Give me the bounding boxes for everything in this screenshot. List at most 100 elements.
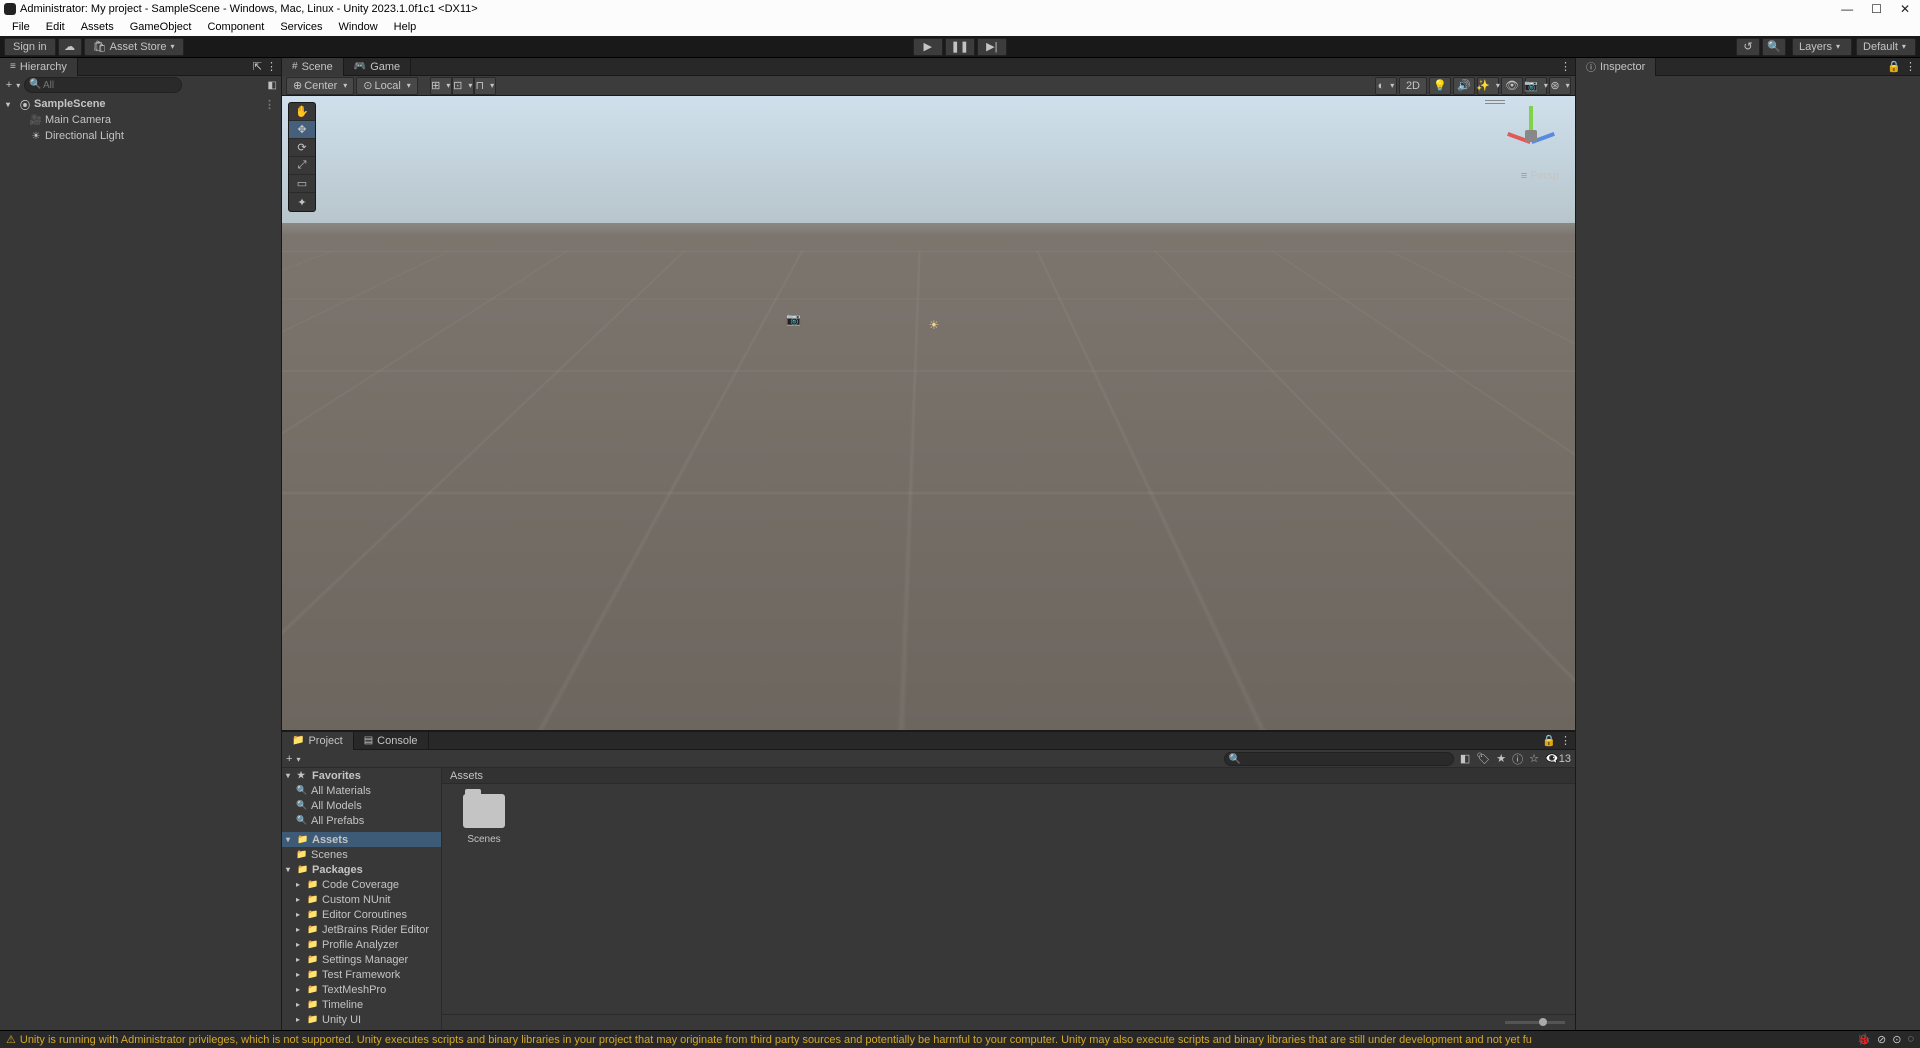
snap-increment-button[interactable]: ⊡▾	[452, 77, 474, 95]
menu-edit[interactable]: Edit	[38, 21, 73, 33]
hierarchy-create-button[interactable]: +▾	[4, 79, 22, 91]
status-auto-refresh-icon[interactable]: ⊙	[1892, 1033, 1901, 1046]
package-item[interactable]: ▸📁Profile Analyzer	[282, 937, 441, 952]
hidden-count-icon[interactable]: 👁‍🗨13	[1545, 752, 1571, 765]
hierarchy-item-camera[interactable]: 🎥 Main Camera	[0, 112, 281, 128]
assets-scenes-folder[interactable]: 📁Scenes	[282, 847, 441, 862]
scale-tool[interactable]: ⤢	[289, 157, 315, 175]
panel-menu-icon[interactable]: ⋮	[1905, 60, 1916, 73]
package-item[interactable]: ▸📁Editor Coroutines	[282, 907, 441, 922]
overlay-handle[interactable]	[1485, 100, 1505, 104]
favorite-all-prefabs[interactable]: 🔍All Prefabs	[282, 813, 441, 828]
asset-grid[interactable]: Scenes	[442, 784, 1575, 1014]
info-icon[interactable]: ⓘ	[1512, 751, 1523, 767]
panel-lock-icon[interactable]: 🔒	[1542, 734, 1556, 747]
asset-folder-scenes[interactable]: Scenes	[452, 794, 516, 845]
camera-gizmo-icon[interactable]: 📷	[786, 312, 801, 326]
space-mode-button[interactable]: ⊙Local▾	[356, 77, 418, 95]
tab-project[interactable]: 📁Project	[282, 732, 354, 750]
package-item[interactable]: ▸📁Unity UI	[282, 1012, 441, 1027]
status-cache-icon[interactable]: ⊘	[1877, 1033, 1886, 1046]
pause-button[interactable]: ❚❚	[945, 38, 975, 56]
panel-menu-icon[interactable]: ⋮	[266, 60, 277, 73]
package-item[interactable]: ▸📁Timeline	[282, 997, 441, 1012]
package-item[interactable]: ▸📁JetBrains Rider Editor	[282, 922, 441, 937]
menu-component[interactable]: Component	[199, 21, 272, 33]
package-item[interactable]: ▸📁TextMeshPro	[282, 982, 441, 997]
panel-menu-icon[interactable]: ⋮	[1560, 60, 1571, 73]
status-bug-icon[interactable]: 🐞	[1857, 1033, 1871, 1046]
panel-menu-icon[interactable]: ⋮	[1560, 734, 1571, 747]
package-item[interactable]: ▸📁Test Framework	[282, 967, 441, 982]
favorite-all-materials[interactable]: 🔍All Materials	[282, 783, 441, 798]
packages-folder[interactable]: ▾📁Packages	[282, 862, 441, 877]
layers-dropdown[interactable]: Layers▾	[1792, 38, 1852, 56]
status-message[interactable]: Unity is running with Administrator priv…	[20, 1034, 1532, 1046]
favorite-all-models[interactable]: 🔍All Models	[282, 798, 441, 813]
menu-file[interactable]: File	[4, 21, 38, 33]
menu-window[interactable]: Window	[331, 21, 386, 33]
hierarchy-scene-row[interactable]: ▾ ⦿ SampleScene ⋮	[0, 96, 281, 112]
favorites-header[interactable]: ▾★Favorites	[282, 768, 441, 783]
undo-history-button[interactable]: ↺	[1736, 38, 1760, 56]
panel-popout-icon[interactable]: ⇱	[253, 60, 262, 73]
panel-lock-icon[interactable]: 🔒	[1887, 60, 1901, 73]
audio-toggle-button[interactable]: 🔊	[1453, 77, 1475, 95]
camera-settings-button[interactable]: 📷▾	[1525, 77, 1547, 95]
sign-in-button[interactable]: Sign in	[4, 38, 56, 56]
play-button[interactable]: ▶	[913, 38, 943, 56]
status-spinner-icon[interactable]: ◌	[1907, 1033, 1914, 1046]
hierarchy-search-input[interactable]	[24, 77, 182, 93]
package-item[interactable]: ▸📁Code Coverage	[282, 877, 441, 892]
close-button[interactable]: ✕	[1900, 2, 1910, 16]
asset-store-button[interactable]: 🛍 Asset Store▾	[84, 38, 184, 56]
hierarchy-filter-icon[interactable]: ◧	[268, 80, 277, 91]
search-by-label-icon[interactable]: 🏷	[1476, 752, 1490, 765]
gizmos-button[interactable]: ⊛▾	[1549, 77, 1571, 95]
favorite-icon[interactable]: ☆	[1529, 752, 1539, 765]
projection-label[interactable]: ≡ Persp	[1521, 170, 1559, 182]
rect-tool[interactable]: ▭	[289, 175, 315, 193]
tab-game[interactable]: 🎮Game	[344, 58, 411, 76]
menu-help[interactable]: Help	[386, 21, 425, 33]
package-item[interactable]: ▸📁Settings Manager	[282, 952, 441, 967]
global-search-button[interactable]: 🔍	[1762, 38, 1786, 56]
menu-assets[interactable]: Assets	[73, 21, 122, 33]
project-search-input[interactable]	[1224, 752, 1454, 766]
menu-gameobject[interactable]: GameObject	[122, 21, 200, 33]
hidden-toggle-button[interactable]: 👁	[1501, 77, 1523, 95]
pivot-mode-button[interactable]: ⊕Center▾	[286, 77, 354, 95]
step-button[interactable]: ▶|	[977, 38, 1007, 56]
menu-services[interactable]: Services	[272, 21, 330, 33]
save-search-icon[interactable]: ★	[1496, 752, 1506, 765]
fx-toggle-button[interactable]: ✨▾	[1477, 77, 1499, 95]
tab-console[interactable]: ▤Console	[354, 732, 429, 750]
search-by-type-icon[interactable]: ◧	[1460, 752, 1470, 765]
snap-toggle-button[interactable]: ⊓▾	[474, 77, 496, 95]
project-breadcrumb[interactable]: Assets	[442, 768, 1575, 784]
minimize-button[interactable]: —	[1841, 2, 1853, 16]
thumbnail-size-slider[interactable]	[442, 1014, 1575, 1030]
hand-tool[interactable]: ✋	[289, 103, 315, 121]
scene-menu-icon[interactable]: ⋮	[264, 98, 275, 111]
cloud-button[interactable]: ☁	[58, 38, 82, 56]
tab-scene[interactable]: #Scene	[282, 58, 344, 76]
2d-toggle-button[interactable]: 2D	[1399, 77, 1427, 95]
project-create-button[interactable]: +▾	[286, 753, 304, 765]
rotate-tool[interactable]: ⟳	[289, 139, 315, 157]
light-gizmo-icon[interactable]: ☀	[929, 318, 940, 332]
expand-arrow-icon[interactable]: ▾	[6, 100, 16, 109]
maximize-button[interactable]: ☐	[1871, 2, 1882, 16]
lighting-toggle-button[interactable]: 💡	[1429, 77, 1451, 95]
move-tool[interactable]: ✥	[289, 121, 315, 139]
transform-tool[interactable]: ✦	[289, 193, 315, 211]
draw-mode-button[interactable]: ◐▾	[1375, 77, 1397, 95]
orientation-gizmo[interactable]	[1501, 106, 1561, 166]
package-item[interactable]: ▸📁Custom NUnit	[282, 892, 441, 907]
layout-dropdown[interactable]: Default▾	[1856, 38, 1916, 56]
hierarchy-item-light[interactable]: ☀ Directional Light	[0, 128, 281, 144]
assets-folder[interactable]: ▾📁Assets	[282, 832, 441, 847]
tab-inspector[interactable]: ⓘInspector	[1576, 58, 1656, 76]
grid-snap-button[interactable]: ⊞▾	[430, 77, 452, 95]
scene-viewport[interactable]: ✋ ✥ ⟳ ⤢ ▭ ✦ ≡ Persp 📷 ☀	[282, 96, 1575, 730]
